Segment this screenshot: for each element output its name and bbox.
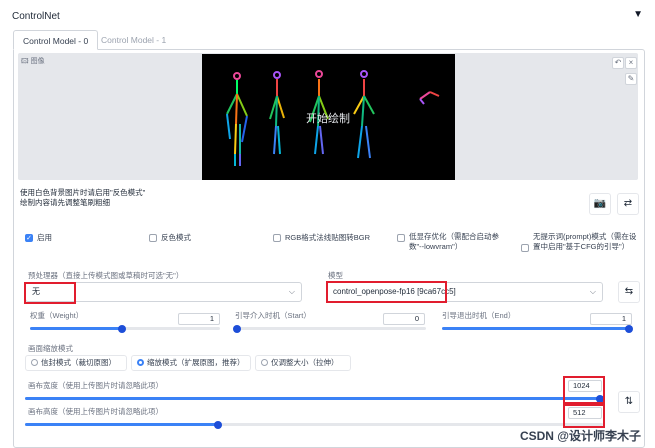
guess-mode-label: 无提示词(prompt)模式（需在设置中启用"基于CFG的引导"） [533, 232, 637, 251]
canvas-width-slider-track[interactable] [25, 397, 603, 400]
enable-label: 启用 [37, 233, 52, 242]
chevron-down-icon: ⌵ [288, 287, 295, 296]
weight-slider-thumb[interactable] [118, 324, 126, 333]
end-slider-fill [442, 327, 632, 330]
invert-label: 反色模式 [161, 233, 191, 242]
end-label: 引导退出时机（End） [442, 311, 516, 320]
resize-option-scale[interactable]: 缩放模式（扩展原图，推荐） [131, 355, 251, 371]
highlight-canvas-height [563, 404, 605, 428]
highlight-canvas-width [563, 376, 605, 404]
hint-line-2: 绘制内容请先调整笔刷粗细 [20, 198, 110, 207]
resize-option-envelope-label: 信封模式（裁切原图） [41, 358, 116, 367]
start-slider-track[interactable] [236, 327, 426, 330]
end-input[interactable]: 1 [590, 313, 632, 325]
resize-option-stretch[interactable]: 仅调整大小（拉伸） [255, 355, 351, 371]
enable-checkbox[interactable]: ✓ [25, 234, 33, 242]
rgb-bgr-label: RGB格式法线贴图转BGR [285, 233, 371, 242]
canvas-width-label: 画布宽度（使用上传图片时请忽略此项） [28, 381, 163, 390]
highlight-model [326, 281, 447, 303]
radio-icon [261, 359, 268, 366]
hint-line-1: 使用白色背景图片时请启用"反色模式" [20, 188, 146, 197]
radio-icon [31, 359, 38, 366]
start-drawing-text: 开始绘制 [306, 113, 350, 125]
pen-icon[interactable]: ✎ [625, 73, 637, 85]
weight-slider-fill [30, 327, 125, 330]
start-label: 引导介入时机（Start） [235, 311, 311, 320]
end-slider-track[interactable] [442, 327, 632, 330]
lowvram-label: 低显存优化（需配合启动参数"--lowvram"） [409, 232, 499, 251]
lowvram-checkbox[interactable] [397, 234, 405, 242]
close-icon[interactable]: × [625, 57, 637, 69]
resize-mode-label: 画面缩放模式 [28, 344, 73, 353]
weight-label: 权重（Weight） [30, 311, 84, 320]
guess-mode-checkbox[interactable] [521, 244, 529, 252]
resize-option-envelope[interactable]: 信封模式（裁切原图） [25, 355, 127, 371]
triangle-down-icon[interactable]: ▼ [633, 9, 643, 20]
refresh-icon[interactable]: ⇆ [618, 281, 640, 303]
image-label: 🖾 图像 [21, 56, 45, 68]
camera-icon[interactable]: 📷 [589, 193, 611, 215]
swap-icon[interactable]: ⇄ [617, 193, 639, 215]
radio-icon [137, 359, 144, 366]
tab-control-model-0[interactable]: Control Model - 0 [13, 30, 99, 50]
hint-text: 使用白色背景图片时请启用"反色模式" 绘制内容请先调整笔刷粗细 [20, 188, 280, 208]
section-title: ControlNet [12, 11, 60, 22]
image-label-text: 图像 [30, 58, 45, 65]
image-icon: 🖾 [21, 58, 29, 65]
invert-checkbox[interactable] [149, 234, 157, 242]
undo-icon[interactable]: ↶ [612, 57, 624, 69]
chevron-down-icon: ⌵ [589, 287, 596, 296]
weight-input[interactable]: 1 [178, 313, 220, 325]
watermark: CSDN @设计师李木子 [519, 429, 641, 443]
resize-option-scale-label: 缩放模式（扩展原图，推荐） [147, 358, 245, 367]
canvas-height-slider-fill [25, 423, 216, 426]
canvas-height-slider-thumb[interactable] [214, 420, 222, 429]
rgb-bgr-checkbox[interactable] [273, 234, 281, 242]
swap-dimensions-icon[interactable]: ⇅ [618, 391, 640, 413]
canvas-height-label: 画布高度（使用上传图片时请忽略此项） [28, 407, 163, 416]
end-slider-thumb[interactable] [625, 324, 633, 333]
canvas-height-slider-track[interactable] [25, 423, 603, 426]
resize-option-stretch-label: 仅调整大小（拉伸） [271, 358, 339, 367]
tab-control-model-1[interactable]: Control Model - 1 [92, 30, 175, 50]
start-input[interactable]: 0 [383, 313, 425, 325]
start-slider-thumb[interactable] [233, 324, 241, 333]
preprocessor-label: 预处理器（直接上传模式图或草稿时可选"无"） [28, 271, 184, 280]
model-label: 模型 [328, 271, 343, 280]
canvas-width-slider-fill [25, 397, 603, 400]
highlight-preprocessor [24, 282, 76, 304]
